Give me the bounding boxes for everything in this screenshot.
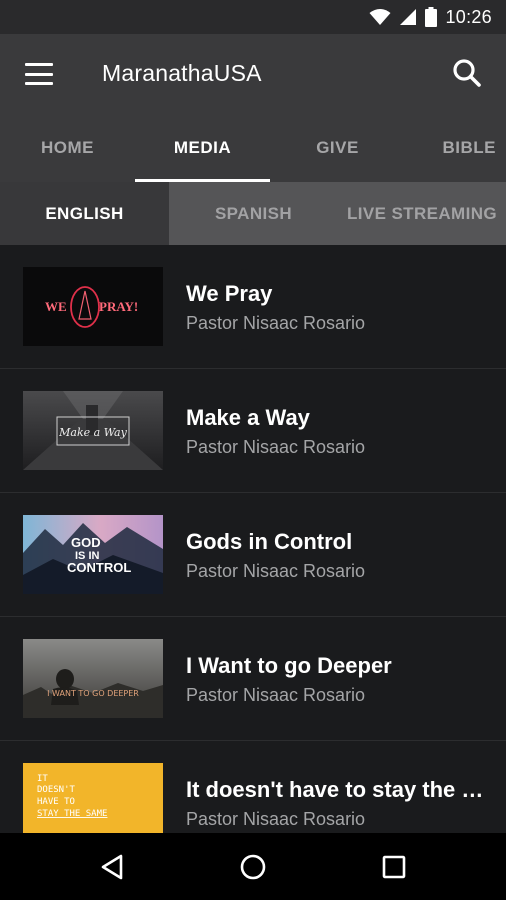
tab-bible[interactable]: BIBLE xyxy=(405,114,506,182)
list-item[interactable]: GOD IS IN CONTROL Gods in Control Pastor… xyxy=(0,493,506,617)
subtab-live-streaming[interactable]: LIVE STREAMING xyxy=(338,182,506,245)
subtab-english-label: ENGLISH xyxy=(45,203,124,223)
media-speaker: Pastor Nisaac Rosario xyxy=(186,437,366,457)
list-item[interactable]: I WANT TO GO DEEPER I Want to go Deeper … xyxy=(0,617,506,741)
media-thumbnail: GOD IS IN CONTROL xyxy=(23,515,163,594)
media-speaker: Pastor Nisaac Rosario xyxy=(186,685,366,705)
media-title: Make a Way xyxy=(186,405,310,430)
main-tab-bar: HOME MEDIA GIVE BIBLE xyxy=(0,114,506,182)
media-title: It doesn't have to stay the same xyxy=(186,777,486,802)
recents-icon[interactable] xyxy=(377,850,411,884)
subtab-spanish-label: SPANISH xyxy=(214,203,293,223)
media-title: Gods in Control xyxy=(186,529,353,554)
subtab-spanish[interactable]: SPANISH xyxy=(169,182,338,245)
media-title: I Want to go Deeper xyxy=(186,653,392,678)
tab-media-label: MEDIA xyxy=(173,138,232,157)
app-bar: MaranathaUSA xyxy=(0,34,506,114)
status-time: 10:26 xyxy=(445,6,492,27)
thumb-text: STAY THE SAME xyxy=(37,809,107,819)
subtab-english[interactable]: ENGLISH xyxy=(0,182,169,245)
list-item[interactable]: Make a Way Make a Way Pastor Nisaac Rosa… xyxy=(0,369,506,493)
thumb-text: WE xyxy=(45,299,67,314)
tab-bible-label: BIBLE xyxy=(442,138,496,157)
tab-give[interactable]: GIVE xyxy=(270,114,405,182)
signal-icon xyxy=(400,9,417,25)
thumb-text: CONTROL xyxy=(67,560,131,575)
media-thumbnail: I WANT TO GO DEEPER xyxy=(23,639,163,718)
home-icon[interactable] xyxy=(236,850,270,884)
media-title: We Pray xyxy=(186,281,273,306)
thumb-text: I WANT TO GO DEEPER xyxy=(47,689,139,698)
media-thumbnail: Make a Way xyxy=(23,391,163,470)
thumb-text: IT xyxy=(37,774,48,784)
list-item[interactable]: IT DOESN'T HAVE TO STAY THE SAME It does… xyxy=(0,741,506,833)
thumb-text: Make a Way xyxy=(58,426,127,439)
status-bar: 10:26 xyxy=(0,0,506,34)
battery-icon xyxy=(425,7,438,27)
wifi-icon xyxy=(369,9,391,25)
back-icon[interactable] xyxy=(96,850,130,884)
subtab-live-streaming-label: LIVE STREAMING xyxy=(346,203,498,223)
thumb-text: GOD xyxy=(71,535,101,550)
media-list: WE PRAY! We Pray Pastor Nisaac Rosario M… xyxy=(0,245,506,833)
tab-home[interactable]: HOME xyxy=(0,114,135,182)
thumb-text: PRAY! xyxy=(99,299,138,314)
menu-icon[interactable] xyxy=(22,60,56,88)
search-icon[interactable] xyxy=(450,56,484,90)
media-speaker: Pastor Nisaac Rosario xyxy=(186,313,366,333)
system-nav-bar xyxy=(0,833,506,900)
tab-give-label: GIVE xyxy=(316,138,359,157)
media-thumbnail: IT DOESN'T HAVE TO STAY THE SAME xyxy=(23,763,163,833)
thumb-text: DOESN'T xyxy=(37,785,76,795)
thumb-text: HAVE TO xyxy=(37,797,75,807)
list-item[interactable]: WE PRAY! We Pray Pastor Nisaac Rosario xyxy=(0,245,506,369)
tab-home-label: HOME xyxy=(41,138,94,157)
media-thumbnail: WE PRAY! xyxy=(23,267,163,346)
media-speaker: Pastor Nisaac Rosario xyxy=(186,809,366,829)
app-title: MaranathaUSA xyxy=(102,60,262,86)
tab-media[interactable]: MEDIA xyxy=(135,114,270,182)
language-tab-bar: ENGLISH SPANISH LIVE STREAMING xyxy=(0,182,506,245)
media-speaker: Pastor Nisaac Rosario xyxy=(186,561,366,581)
